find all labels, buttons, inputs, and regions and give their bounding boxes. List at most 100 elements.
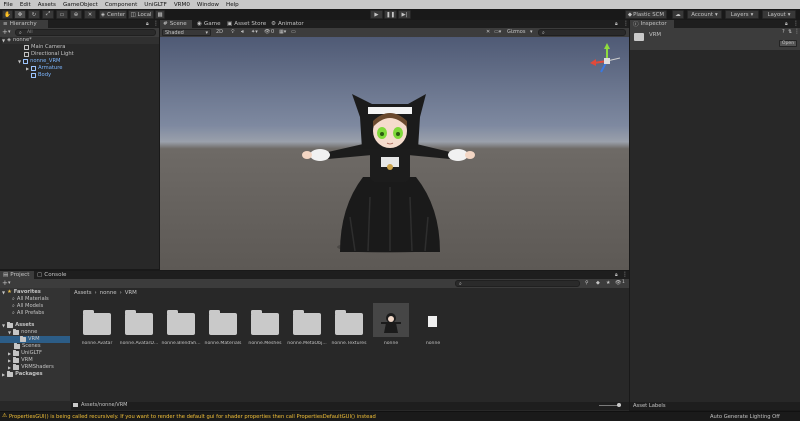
assets-header[interactable]: ▼ Assets [2,322,34,329]
menu-window[interactable]: Window [193,2,222,8]
pause-button[interactable]: ❚❚ [384,10,397,19]
lock-icon[interactable]: 🔒︎ [785,21,788,27]
move-tool-button[interactable]: ✥ [14,10,26,19]
chevron-down-icon[interactable]: ▾ [8,29,11,35]
scene-viewport[interactable] [160,37,629,270]
tree-folder-nonne[interactable]: ▼ nonne [8,329,37,336]
prefab-thumbnail[interactable] [373,303,409,337]
menu-help[interactable]: Help [222,2,242,8]
rotate-tool-button[interactable]: ↻ [28,10,40,19]
tree-folder-uniglTF[interactable]: ▶ UniGLTF [8,350,42,357]
rect-tool-button[interactable]: ▭ [56,10,68,19]
tree-item-directional-light[interactable]: Directional Light [24,51,74,58]
tab-animator[interactable]: ⚙ Animator [268,20,307,28]
more-menu-icon[interactable]: ⋮ [793,20,799,27]
asset-folder-icon[interactable] [335,310,363,335]
asset-folder-icon[interactable] [209,310,237,335]
camera-icon[interactable]: ▭ [291,29,296,35]
tab-console[interactable]: ▢ Console [34,271,70,279]
tools-icon[interactable]: ✕ [486,29,490,35]
console-warning-message[interactable]: PropertiesGUI() is being called recursiv… [9,414,376,420]
play-button[interactable]: ▶ [370,10,383,19]
asset-folder-icon[interactable] [251,310,279,335]
tab-hierarchy[interactable]: ≡ Hierarchy [0,20,48,28]
hand-tool-button[interactable]: ✋ [2,10,13,19]
tree-item-body[interactable]: Body [31,72,51,79]
visibility-icon[interactable]: 👁︎ [615,280,621,286]
lighting-status[interactable]: Auto Generate Lighting Off [710,414,780,420]
orientation-gizmo[interactable] [587,41,627,81]
lock-icon[interactable]: 🔒︎ [146,21,149,27]
tree-folder-scenes[interactable]: Scenes [14,343,41,350]
project-search-input[interactable]: ⌕ [455,280,580,287]
scene-search-input[interactable]: ⌕ [538,29,626,36]
transform-tool-button[interactable]: ⊕ [70,10,82,19]
tree-folder-vrmshaders[interactable]: ▶ VRMShaders [8,364,54,371]
favorite-item[interactable]: ⌕ All Models [12,303,43,310]
menu-gameobject[interactable]: GameObject [59,2,101,8]
file-icon[interactable] [428,316,437,327]
breadcrumb-item[interactable]: Assets [74,290,92,296]
asset-folder-icon[interactable] [83,310,111,335]
breadcrumb-item[interactable]: VRM [125,290,137,296]
audio-icon[interactable]: 🔊︎ [241,29,244,35]
breadcrumb-item[interactable]: nonne [100,290,117,296]
lock-icon[interactable]: 🔒︎ [615,21,618,27]
more-menu-icon[interactable]: ⋮ [153,20,159,27]
effects-icon[interactable]: ✦▾ [251,29,258,35]
tab-game[interactable]: ◉ Game [194,20,224,28]
visibility-icon[interactable]: 👁︎ [264,29,270,35]
2d-toggle[interactable]: 2D [216,29,223,35]
pivot-toggle[interactable]: ◈ Center [99,10,127,19]
tab-scene[interactable]: # Scene [160,20,192,28]
favorite-search-icon[interactable]: ★ [606,280,610,286]
tree-item-main-camera[interactable]: Main Camera [24,44,65,51]
layout-dropdown[interactable]: Layout ▾ [762,10,796,19]
tab-asset-store[interactable]: ▣ Asset Store [224,20,269,28]
snap-toggle[interactable]: ▦ [155,10,165,19]
menu-vrm0[interactable]: VRM0 [170,2,193,8]
asset-folder-icon[interactable] [293,310,321,335]
tree-item-nonne-vrm[interactable]: ▼ nonne_VRM [18,58,61,65]
add-icon[interactable]: + [2,279,8,287]
more-menu-icon[interactable]: ⋮ [622,271,628,278]
space-toggle[interactable]: ◫ Local [128,10,154,19]
help-icon[interactable]: ? [782,29,785,35]
menu-file[interactable]: File [0,2,16,8]
account-dropdown[interactable]: Account ▾ [687,10,722,19]
menu-uniglTF[interactable]: UniGLTF [141,2,171,8]
overlay-icon[interactable]: ▭▾ [494,29,501,35]
scene-row[interactable]: ▼ ◈ nonne* [2,37,159,44]
search-by-label-icon[interactable]: ◆ [596,280,600,286]
more-menu-icon[interactable]: ⋮ [623,20,629,27]
menu-assets[interactable]: Assets [34,2,59,8]
favorite-item[interactable]: ⌕ All Materials [12,296,49,303]
favorite-item[interactable]: ⌕ All Prefabs [12,310,44,317]
tree-item-armature[interactable]: ▶ Armature [26,65,62,72]
more-menu-icon[interactable]: ⋮ [794,28,800,35]
hierarchy-search-input[interactable]: ⌕ All [15,29,156,36]
tab-inspector[interactable]: ⓘ Inspector [630,20,674,28]
menu-component[interactable]: Component [101,2,140,8]
chevron-down-icon[interactable]: ▾ [530,29,533,35]
gizmos-label[interactable]: Gizmos [507,29,525,35]
shading-mode-dropdown[interactable]: Shaded ▾ [162,29,211,36]
add-icon[interactable]: + [2,28,8,36]
step-button[interactable]: ▶| [398,10,411,19]
tree-folder-vrm-selected[interactable]: VRM [0,336,70,343]
tree-folder-vrm[interactable]: ▶ VRM [8,357,33,364]
packages-header[interactable]: ▶ Packages [2,371,43,378]
asset-folder-icon[interactable] [167,310,195,335]
grid-icon[interactable]: ▦▾ [279,29,286,35]
asset-folder-icon[interactable] [125,310,153,335]
custom-tool-button[interactable]: ✕ [84,10,96,19]
search-by-type-icon[interactable]: ⚲ [585,280,589,286]
plastic-scm-button[interactable]: ◆ Plastic SCM [625,10,667,19]
slider-handle[interactable] [617,403,621,407]
menu-edit[interactable]: Edit [16,2,34,8]
lighting-icon[interactable]: 💡︎ [231,29,235,35]
cloud-button[interactable]: ☁ [672,10,684,19]
favorites-header[interactable]: ▼ ★ Favorites [2,289,41,296]
lock-icon[interactable]: 🔒︎ [615,272,618,278]
tab-project[interactable]: ▤ Project [0,271,34,279]
